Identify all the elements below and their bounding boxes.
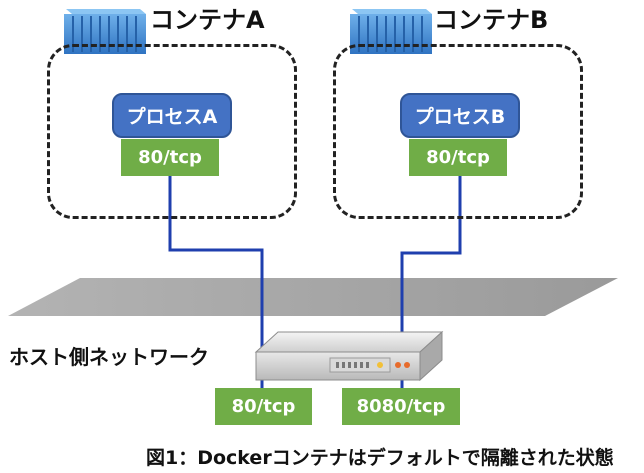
host-port-80: 80/tcp (215, 388, 312, 425)
host-network-label: ホスト側ネットワーク (9, 345, 209, 369)
server-icon (254, 330, 444, 382)
host-network-plane (8, 278, 618, 316)
container-a-port: 80/tcp (121, 139, 219, 176)
container-b-title: コンテナB (434, 6, 549, 34)
host-port-8080: 8080/tcp (342, 388, 460, 425)
process-a-box: プロセスA (112, 93, 232, 138)
process-b-box: プロセスB (400, 93, 520, 138)
container-b-port: 80/tcp (409, 139, 507, 176)
figure-caption: 図1：Dockerコンテナはデフォルトで隔離された状態 (146, 447, 614, 469)
container-a-title: コンテナA (150, 6, 265, 34)
